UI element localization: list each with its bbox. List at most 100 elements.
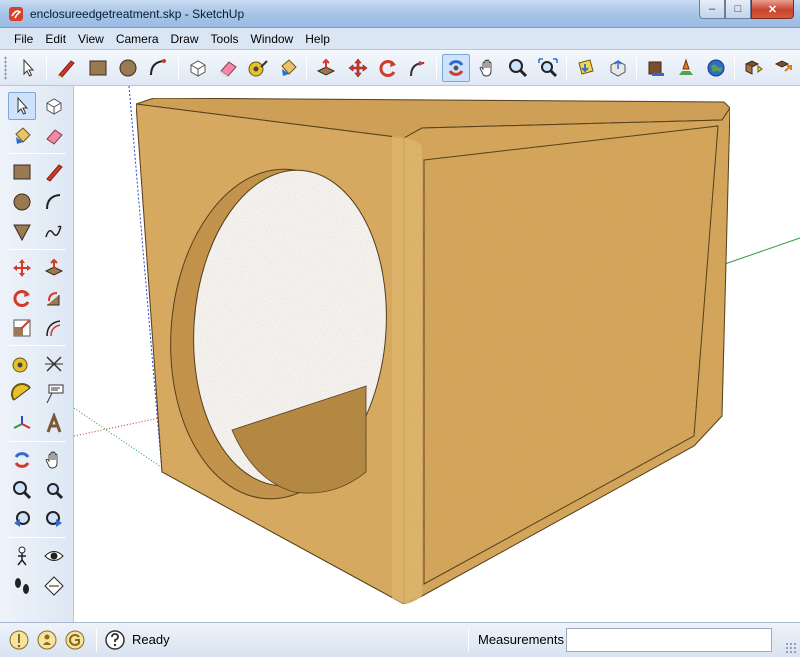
menu-tools[interactable]: Tools bbox=[205, 32, 245, 46]
get-models-button[interactable] bbox=[572, 54, 600, 82]
lt-move-button[interactable] bbox=[8, 254, 36, 282]
measurements-input[interactable] bbox=[566, 628, 772, 652]
lt-text-button[interactable] bbox=[40, 380, 68, 408]
lt-zoom-extents-button[interactable] bbox=[40, 476, 68, 504]
lt-tape-measure-button[interactable] bbox=[8, 350, 36, 378]
menu-view[interactable]: View bbox=[72, 32, 110, 46]
previous-view-icon bbox=[14, 511, 30, 527]
follow-me-button[interactable] bbox=[404, 54, 432, 82]
components-2-button[interactable] bbox=[770, 54, 798, 82]
help-icon[interactable] bbox=[104, 629, 126, 651]
menu-draw[interactable]: Draw bbox=[165, 32, 205, 46]
eraser-icon bbox=[220, 61, 237, 77]
lt-follow-me-button[interactable] bbox=[40, 284, 68, 312]
geo-location-icon[interactable] bbox=[8, 629, 30, 651]
follow-me-icon bbox=[47, 292, 60, 306]
lt-offset-button[interactable] bbox=[40, 314, 68, 342]
lt-rectangle-button[interactable] bbox=[8, 158, 36, 186]
lt-rotate-button[interactable] bbox=[8, 284, 36, 312]
lt-axes-button[interactable] bbox=[8, 410, 36, 438]
rotate-tool-button[interactable] bbox=[374, 54, 402, 82]
lt-dimension-button[interactable] bbox=[40, 350, 68, 378]
lt-polygon-button[interactable] bbox=[8, 218, 36, 246]
walk-icon bbox=[15, 578, 29, 594]
line-pencil-icon bbox=[46, 164, 63, 182]
lt-line-button[interactable] bbox=[40, 158, 68, 186]
orbit-icon bbox=[448, 60, 464, 76]
minimize-button[interactable]: – bbox=[699, 0, 725, 19]
paint-bucket-button[interactable] bbox=[274, 54, 302, 82]
model-canvas[interactable] bbox=[74, 86, 800, 622]
lt-scale-button[interactable] bbox=[8, 314, 36, 342]
lt-make-component-button[interactable] bbox=[40, 92, 68, 120]
lt-zoom-button[interactable] bbox=[8, 476, 36, 504]
arc-tool-button[interactable] bbox=[144, 54, 172, 82]
eraser-tool-button[interactable] bbox=[214, 54, 242, 82]
lt-section-plane-button[interactable] bbox=[40, 572, 68, 600]
move-tool-button[interactable] bbox=[344, 54, 372, 82]
credits-icon[interactable] bbox=[36, 629, 58, 651]
lt-position-camera-button[interactable] bbox=[8, 542, 36, 570]
google-earth-button[interactable] bbox=[702, 54, 730, 82]
zoom-extents-button[interactable] bbox=[534, 54, 562, 82]
circle-icon bbox=[13, 193, 31, 211]
lt-walk-button[interactable] bbox=[8, 572, 36, 600]
circle-tool-button[interactable] bbox=[114, 54, 142, 82]
look-around-icon bbox=[44, 551, 64, 561]
enclosure-box[interactable] bbox=[135, 97, 731, 605]
resize-grip[interactable] bbox=[785, 642, 797, 654]
lt-paint-bucket-button[interactable] bbox=[8, 122, 36, 150]
title-bar[interactable]: enclosureedgetreatment.skp - SketchUp – … bbox=[0, 0, 800, 28]
place-model-button[interactable] bbox=[672, 54, 700, 82]
select-tool-button[interactable] bbox=[14, 54, 42, 82]
lt-push-pull-button[interactable] bbox=[40, 254, 68, 282]
zoom-tool-button[interactable] bbox=[504, 54, 532, 82]
components-button[interactable] bbox=[740, 54, 768, 82]
tape-measure-icon bbox=[248, 60, 268, 77]
line-tool-button[interactable] bbox=[52, 54, 80, 82]
make-component-button[interactable] bbox=[184, 54, 212, 82]
lt-select-button[interactable] bbox=[8, 92, 36, 120]
text-icon bbox=[46, 384, 64, 404]
rectangle-tool-button[interactable] bbox=[84, 54, 112, 82]
caption-buttons: – □ ✕ bbox=[699, 0, 794, 20]
model-viewport[interactable] bbox=[74, 86, 800, 622]
lt-previous-view-button[interactable] bbox=[8, 506, 36, 534]
lt-look-around-button[interactable] bbox=[40, 542, 68, 570]
close-button[interactable]: ✕ bbox=[751, 0, 794, 19]
lt-pan-button[interactable] bbox=[40, 446, 68, 474]
orbit-tool-button[interactable] bbox=[442, 54, 470, 82]
lt-circle-button[interactable] bbox=[8, 188, 36, 216]
menu-file[interactable]: File bbox=[8, 32, 39, 46]
zoom-extents-icon bbox=[538, 58, 558, 78]
lt-eraser-button[interactable] bbox=[40, 122, 68, 150]
tape-measure-button[interactable] bbox=[244, 54, 272, 82]
move-icon bbox=[13, 259, 31, 277]
share-component-button[interactable] bbox=[642, 54, 670, 82]
share-model-button[interactable] bbox=[604, 54, 632, 82]
menu-window[interactable]: Window bbox=[245, 32, 300, 46]
lt-arc-button[interactable] bbox=[40, 188, 68, 216]
menu-help[interactable]: Help bbox=[299, 32, 336, 46]
menu-edit[interactable]: Edit bbox=[39, 32, 72, 46]
paint-bucket-icon bbox=[15, 127, 31, 144]
push-pull-icon bbox=[44, 258, 64, 276]
toolbar-grip[interactable] bbox=[4, 56, 7, 80]
pan-tool-button[interactable] bbox=[474, 54, 502, 82]
lt-freehand-button[interactable] bbox=[40, 218, 68, 246]
google-signin-icon[interactable] bbox=[64, 629, 86, 651]
lt-next-view-button[interactable] bbox=[40, 506, 68, 534]
lt-orbit-button[interactable] bbox=[8, 446, 36, 474]
rotate-icon bbox=[13, 290, 30, 307]
lt-3d-text-button[interactable] bbox=[40, 410, 68, 438]
box-right-face[interactable] bbox=[403, 106, 731, 605]
green-axis-negative bbox=[74, 407, 165, 470]
push-pull-button[interactable] bbox=[312, 54, 340, 82]
push-pull-icon bbox=[316, 58, 336, 76]
components-icon bbox=[774, 60, 792, 72]
rounded-edge bbox=[392, 136, 422, 604]
lt-protractor-button[interactable] bbox=[8, 380, 36, 408]
sketchup-app-icon[interactable] bbox=[8, 6, 24, 22]
menu-camera[interactable]: Camera bbox=[110, 32, 165, 46]
maximize-button[interactable]: □ bbox=[725, 0, 751, 19]
